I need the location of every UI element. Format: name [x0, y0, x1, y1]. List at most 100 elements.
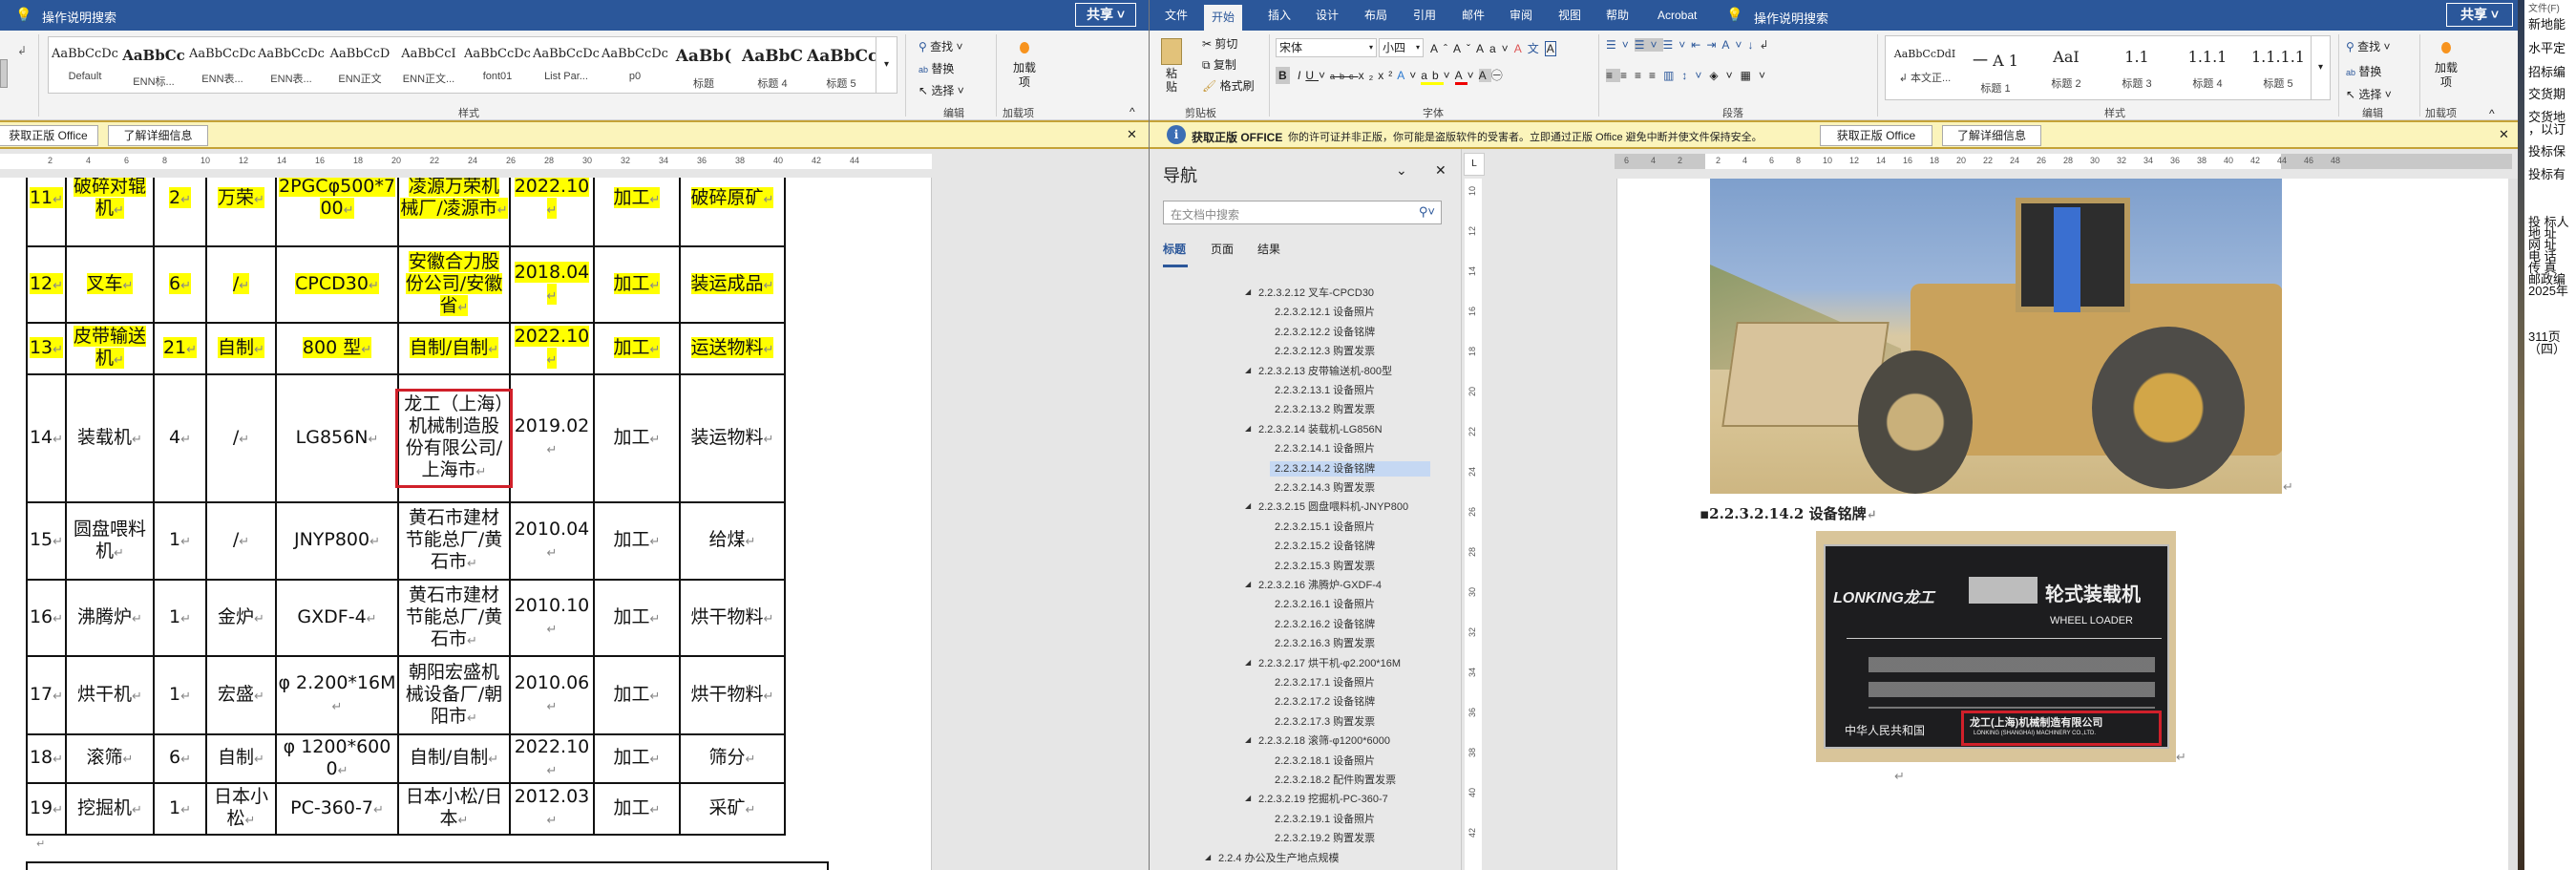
- gallery-more-button[interactable]: ▾: [2311, 36, 2330, 99]
- cut-button[interactable]: ✂ 剪切: [1202, 35, 1237, 52]
- style-item[interactable]: AaI 标题 2: [2031, 36, 2101, 99]
- numbering-icon[interactable]: ☰˅: [1634, 38, 1663, 52]
- learn-more-button[interactable]: 了解详细信息: [1942, 125, 2041, 146]
- nav-heading-item[interactable]: 2.2.3.2.12.1 设备照片: [1270, 305, 1375, 320]
- style-item[interactable]: AaBb(标题: [669, 37, 738, 93]
- nav-heading-item[interactable]: 2.2.3.2.14.1 设备照片: [1270, 441, 1375, 456]
- decrease-indent-icon[interactable]: ⇤: [1691, 38, 1706, 52]
- get-genuine-button[interactable]: 获取正版 Office: [1820, 125, 1932, 146]
- collapse-triangle-icon[interactable]: ◢: [1245, 501, 1251, 511]
- collapse-triangle-icon[interactable]: ◢: [1245, 735, 1251, 745]
- collapse-triangle-icon[interactable]: ◢: [1245, 794, 1251, 803]
- nav-tab-results[interactable]: 结果: [1257, 241, 1280, 257]
- nav-heading-item[interactable]: 2.2.3.2.13.1 设备照片: [1270, 383, 1375, 398]
- style-item[interactable]: AaBbCcDc font01: [463, 37, 532, 93]
- replace-button[interactable]: ab 替换: [2346, 63, 2381, 79]
- tab-0[interactable]: 文件: [1165, 0, 1188, 31]
- nav-heading-item[interactable]: 2.2.4 办公及生产地点规模: [1214, 851, 1340, 866]
- nav-heading-item[interactable]: 2.2.3.2.15.2 设备铭牌: [1270, 539, 1375, 554]
- tell-me-search[interactable]: 操作说明搜索: [1754, 9, 1828, 27]
- nav-heading-item[interactable]: 2.2.3.2.12 叉车-CPCD30: [1254, 286, 1374, 301]
- nav-tab-pages[interactable]: 页面: [1211, 241, 1234, 257]
- char-shading-button[interactable]: A: [1478, 69, 1491, 82]
- nav-heading-item[interactable]: 2.2.3.2.17.2 设备铭牌: [1270, 694, 1375, 710]
- distributed-icon[interactable]: ▥: [1663, 69, 1681, 82]
- vertical-scrollbar[interactable]: [2508, 179, 2518, 870]
- shading-icon[interactable]: ◈˅: [1709, 69, 1740, 82]
- nav-heading-item[interactable]: 2.2.3.2.15.1 设备照片: [1270, 520, 1375, 535]
- style-item[interactable]: 一 A 1 标题 1: [1960, 36, 2031, 99]
- nav-heading-item[interactable]: 2.2.3.2.17.3 购置发票: [1270, 714, 1375, 730]
- replace-button[interactable]: ab 替换: [918, 60, 954, 76]
- tab-1[interactable]: 开始: [1204, 5, 1243, 31]
- clear-format-icon[interactable]: A: [1514, 42, 1528, 55]
- collapse-triangle-icon[interactable]: ◢: [1205, 853, 1211, 862]
- style-item[interactable]: AaBbCcDc List Par...: [532, 37, 601, 93]
- format-painter-button[interactable]: 🖌 格式刷: [1202, 77, 1255, 94]
- select-button[interactable]: ↖ 选择 ˅: [918, 82, 964, 98]
- style-item[interactable]: AaBbCcD ENN正文: [326, 37, 394, 93]
- share-button[interactable]: 共享 ˅: [1075, 3, 1136, 27]
- nav-heading-item[interactable]: 2.2.3.2.14.2 设备铭牌: [1270, 460, 1430, 477]
- tell-me-search[interactable]: 操作说明搜索: [42, 8, 116, 26]
- bold-button[interactable]: B: [1276, 67, 1290, 84]
- tab-10[interactable]: Acrobat: [1658, 0, 1697, 31]
- nav-heading-item[interactable]: 2.2.3.2.18.2 配件购置发票: [1270, 773, 1396, 788]
- select-button[interactable]: ↖ 选择 ˅: [2346, 86, 2392, 102]
- nav-heading-item[interactable]: 2.2.3.2.12.3 购置发票: [1270, 344, 1375, 359]
- increase-indent-icon[interactable]: ⇥: [1706, 38, 1721, 52]
- collapse-triangle-icon[interactable]: ◢: [1245, 580, 1251, 589]
- font-size-select[interactable]: 小四 ▾: [1379, 38, 1424, 57]
- align-left-icon[interactable]: ≡: [1606, 69, 1621, 82]
- justify-icon[interactable]: ≡: [1649, 69, 1663, 82]
- horizontal-ruler[interactable]: 2 4 6 8 10 12 14 16 18 20 22 24 26 28 30 32 34 36 38 40 42 44: [0, 149, 1149, 178]
- nav-heading-item[interactable]: 2.2.3.2.13.2 购置发票: [1270, 402, 1375, 417]
- style-item[interactable]: AaBbCcDdI ↲ 本文正...: [1890, 36, 1960, 99]
- align-right-icon[interactable]: ≡: [1635, 69, 1649, 82]
- sort-icon[interactable]: ↓: [1747, 38, 1759, 52]
- tab-5[interactable]: 引用: [1413, 0, 1436, 31]
- char-border-icon[interactable]: A: [1544, 41, 1556, 56]
- shrink-font-icon[interactable]: Aˇ: [1453, 42, 1476, 55]
- tab-9[interactable]: 帮助: [1606, 0, 1629, 31]
- nav-heading-item[interactable]: 2.2.3.2.17 烘干机-φ2.200*16M: [1254, 656, 1401, 671]
- copy-button[interactable]: ⧉ 复制: [1202, 56, 1236, 73]
- addins-button[interactable]: 加载项: [2427, 38, 2465, 90]
- tab-selector[interactable]: L: [1464, 153, 1485, 176]
- strikethrough-button[interactable]: abc: [1330, 72, 1359, 81]
- nav-heading-item[interactable]: 2.2.3.2.19.2 购置发票: [1270, 831, 1375, 846]
- superscript-button[interactable]: x²: [1378, 69, 1397, 82]
- collapse-ribbon-icon[interactable]: ^: [2489, 107, 2495, 120]
- tab-7[interactable]: 审阅: [1510, 0, 1532, 31]
- tab-8[interactable]: 视图: [1558, 0, 1581, 31]
- learn-more-button[interactable]: 了解详细信息: [108, 125, 208, 146]
- highlight-color-button[interactable]: ab: [1421, 69, 1444, 85]
- nav-heading-item[interactable]: 2.2.3.2.14.3 购置发票: [1270, 480, 1375, 496]
- multilevel-list-icon[interactable]: ☰˅: [1663, 38, 1692, 52]
- borders-icon[interactable]: ▦˅: [1741, 69, 1773, 82]
- style-item[interactable]: AaBbC 标题 4: [738, 37, 807, 93]
- nav-heading-item[interactable]: 2.2.3.2.16.1 设备照片: [1270, 597, 1375, 612]
- get-genuine-button[interactable]: 获取正版 Office: [0, 125, 98, 146]
- text-effects-button[interactable]: A: [1397, 69, 1409, 82]
- show-marks-icon[interactable]: ↲: [1759, 38, 1774, 52]
- nav-heading-item[interactable]: 2.2.3.2.15 圆盘喂料机-JNYP800: [1254, 499, 1408, 515]
- close-icon[interactable]: ✕: [1127, 127, 1137, 142]
- nav-tab-headings[interactable]: 标题: [1163, 241, 1188, 267]
- nav-heading-item[interactable]: 2.2.3.2.18 滚筛-φ1200*6000: [1254, 733, 1390, 749]
- tab-2[interactable]: 插入: [1268, 0, 1291, 31]
- nav-heading-item[interactable]: 2.2.3.2.19 挖掘机-PC-360-7: [1254, 792, 1388, 807]
- style-item[interactable]: AaBbCc ENN标...: [119, 37, 188, 93]
- nav-search-input[interactable]: 在文档中搜索 ⚲˅: [1163, 201, 1442, 224]
- collapse-ribbon-icon[interactable]: ^: [1130, 105, 1135, 118]
- style-item[interactable]: AaBbCcI ENN正文...: [394, 37, 463, 93]
- search-icon[interactable]: ⚲˅: [1419, 204, 1435, 220]
- line-spacing-icon[interactable]: ↕˅: [1681, 69, 1709, 82]
- center-icon[interactable]: ≡: [1620, 69, 1635, 82]
- grow-font-icon[interactable]: Aˆ: [1430, 42, 1453, 55]
- phonetic-icon[interactable]: 文: [1528, 42, 1545, 55]
- enclose-char-button[interactable]: ㊀: [1491, 69, 1508, 82]
- vertical-ruler[interactable]: 10 12 14 16 18 20 22 24 26 28 30 32 34 36 38 40 42: [1465, 179, 1482, 870]
- gallery-more-button[interactable]: ▾: [876, 37, 897, 93]
- style-item[interactable]: AaBbCcDc Default: [51, 37, 119, 93]
